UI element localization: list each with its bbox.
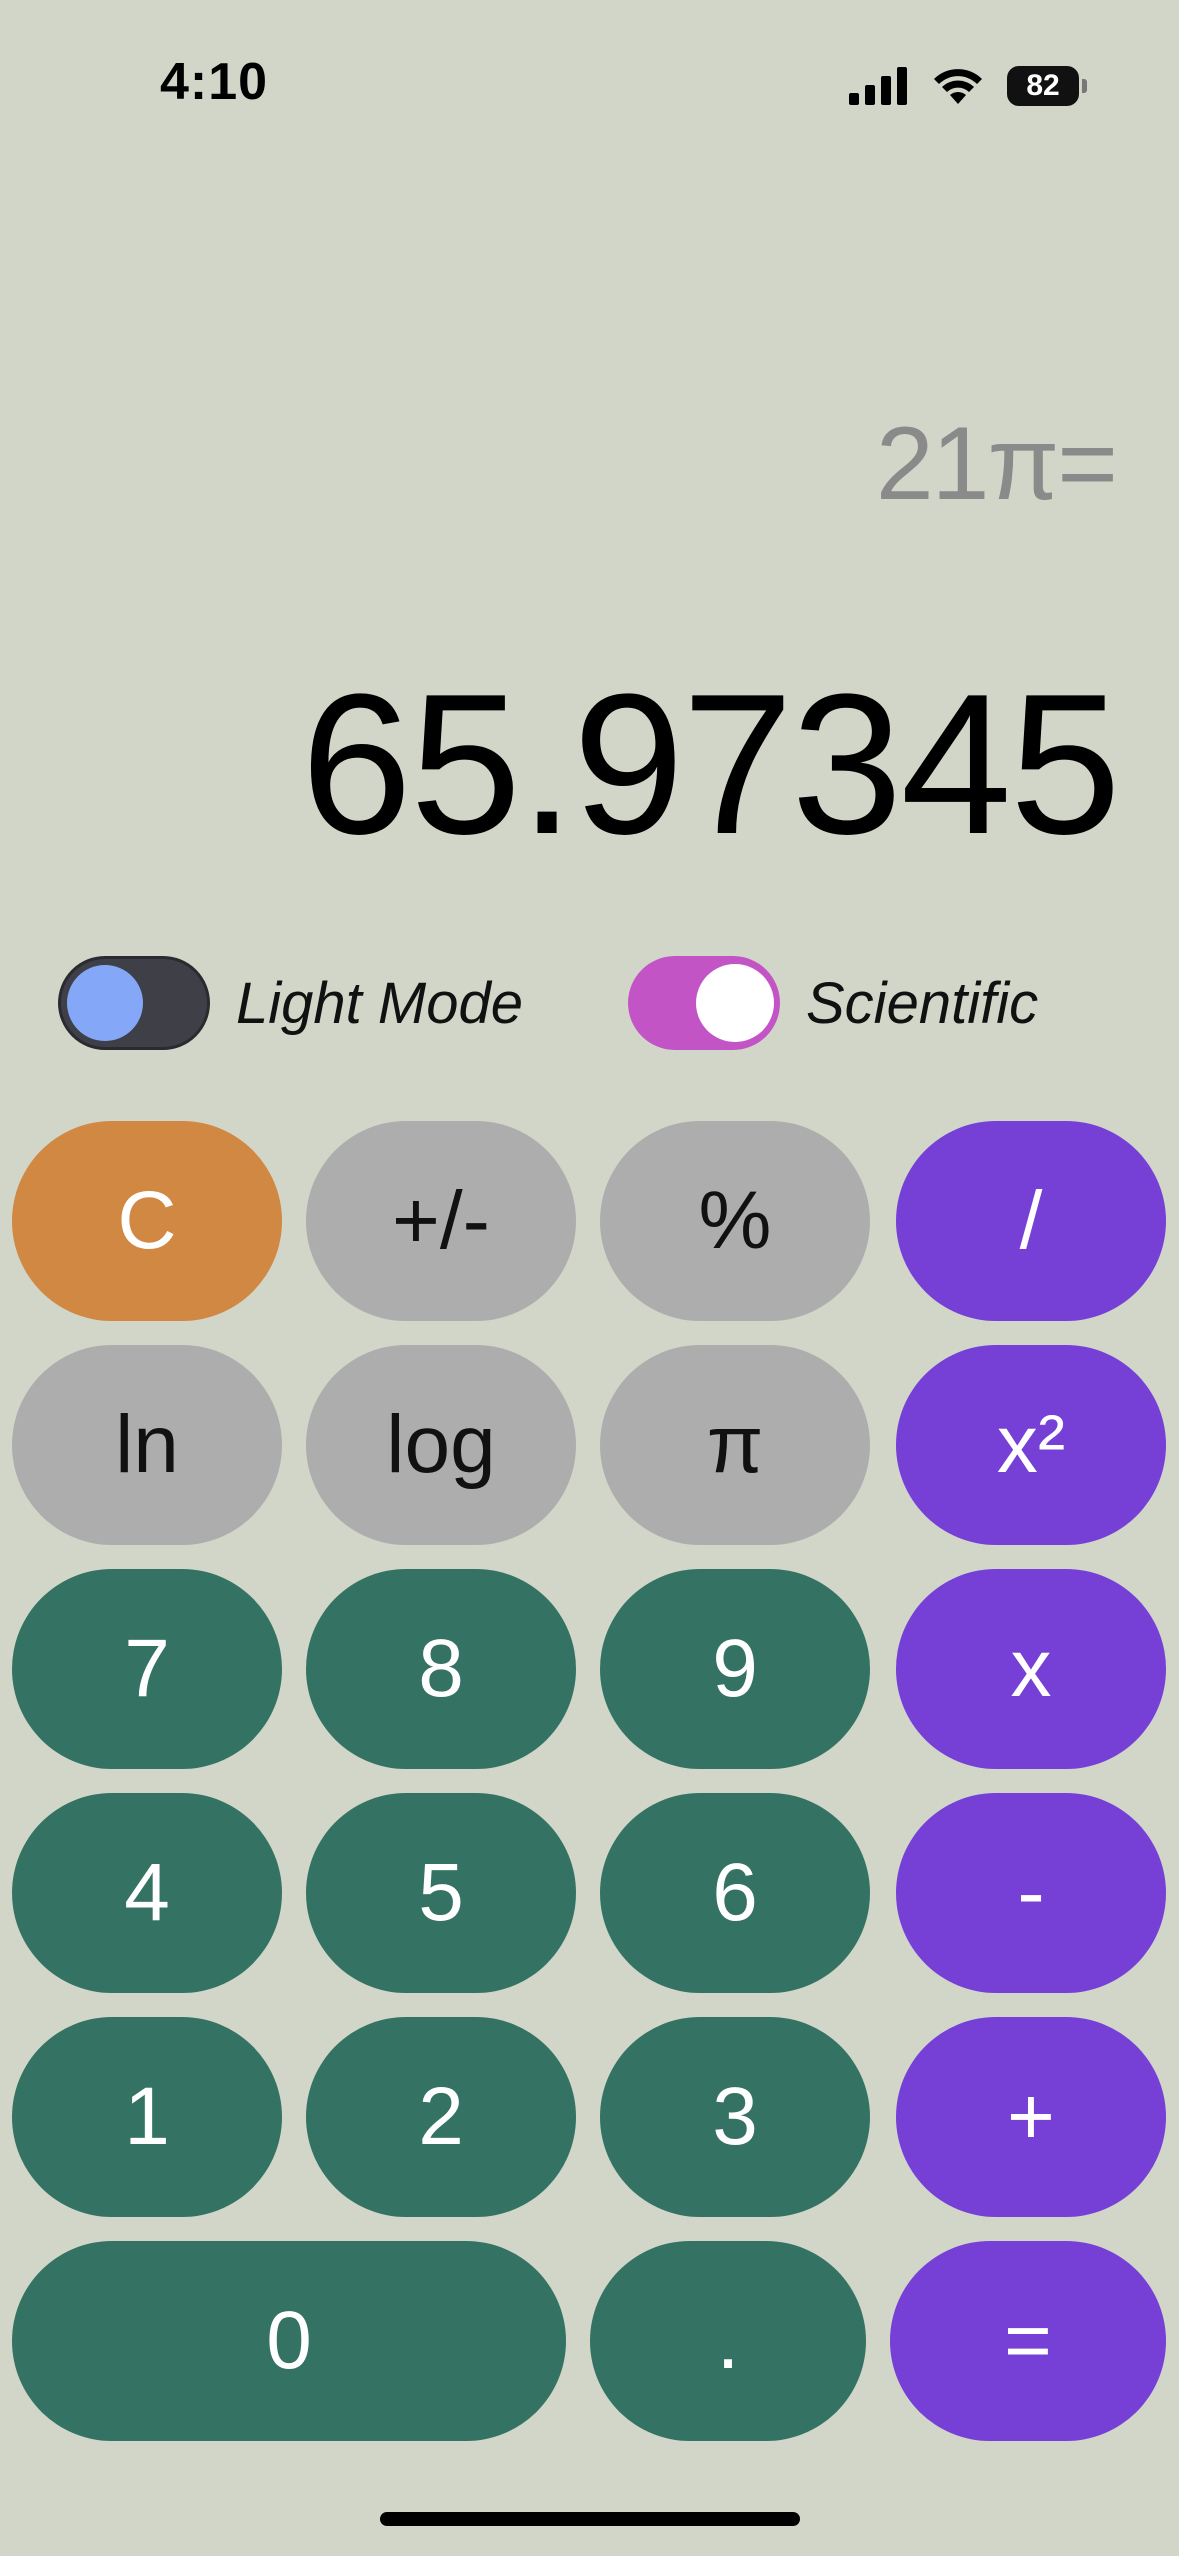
multiply-button[interactable]: x xyxy=(896,1569,1166,1769)
sign-toggle-button[interactable]: +/- xyxy=(306,1121,576,1321)
digit-9-button[interactable]: 9 xyxy=(600,1569,870,1769)
scientific-toggle-knob xyxy=(696,964,774,1042)
digit-0-button[interactable]: 0 xyxy=(12,2241,566,2441)
light-mode-toggle-knob xyxy=(67,965,143,1041)
clear-button[interactable]: C xyxy=(12,1121,282,1321)
pi-button[interactable]: π xyxy=(600,1345,870,1545)
decimal-button[interactable]: . xyxy=(590,2241,866,2441)
light-mode-label: Light Mode xyxy=(236,971,523,1036)
cellular-signal-icon xyxy=(849,67,907,105)
digit-5-button[interactable]: 5 xyxy=(306,1793,576,1993)
equals-button[interactable]: = xyxy=(890,2241,1166,2441)
battery-icon: 82 xyxy=(1007,66,1087,106)
expression-display: 21π= xyxy=(875,406,1118,522)
digit-4-button[interactable]: 4 xyxy=(12,1793,282,1993)
divide-button[interactable]: / xyxy=(896,1121,1166,1321)
digit-1-button[interactable]: 1 xyxy=(12,2017,282,2217)
ln-button[interactable]: ln xyxy=(12,1345,282,1545)
home-indicator[interactable] xyxy=(380,2512,800,2526)
digit-6-button[interactable]: 6 xyxy=(600,1793,870,1993)
percent-button[interactable]: % xyxy=(600,1121,870,1321)
status-icons: 82 xyxy=(849,64,1087,108)
digit-8-button[interactable]: 8 xyxy=(306,1569,576,1769)
status-time: 4:10 xyxy=(160,53,269,111)
result-display: 65.97345 xyxy=(300,653,1121,876)
digit-7-button[interactable]: 7 xyxy=(12,1569,282,1769)
subtract-button[interactable]: - xyxy=(896,1793,1166,1993)
add-button[interactable]: + xyxy=(896,2017,1166,2217)
wifi-icon xyxy=(934,69,982,104)
scientific-label: Scientific xyxy=(806,971,1039,1036)
square-button[interactable]: x² xyxy=(896,1345,1166,1545)
light-mode-toggle[interactable] xyxy=(58,956,210,1050)
calculator-screen: 4:10 82 21π= 65.97345 Light Mode Scienti… xyxy=(0,0,1179,2556)
digit-2-button[interactable]: 2 xyxy=(306,2017,576,2217)
scientific-toggle[interactable] xyxy=(628,956,780,1050)
log-button[interactable]: log xyxy=(306,1345,576,1545)
digit-3-button[interactable]: 3 xyxy=(600,2017,870,2217)
